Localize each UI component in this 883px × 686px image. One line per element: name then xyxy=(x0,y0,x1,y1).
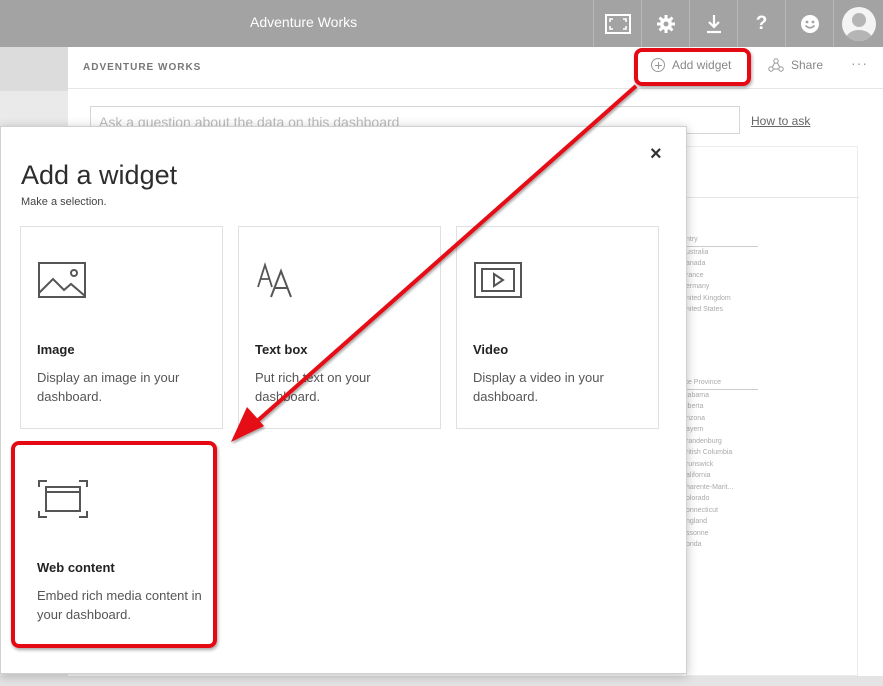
text-box-icon xyxy=(257,262,292,298)
list-item: ayern xyxy=(686,426,704,433)
avatar-icon xyxy=(841,6,876,41)
list-item: rizona xyxy=(686,414,706,422)
image-icon xyxy=(38,262,86,298)
list-item: anada xyxy=(686,260,706,267)
help-icon[interactable]: ? xyxy=(737,0,785,47)
dialog-subtitle: Make a selection. xyxy=(21,196,107,208)
app-title: Adventure Works xyxy=(250,14,358,30)
left-nav-block xyxy=(0,47,68,91)
share-button[interactable]: Share xyxy=(768,58,823,72)
gear-icon[interactable] xyxy=(641,0,689,47)
smiley-icon[interactable] xyxy=(785,0,833,47)
widget-title: Image xyxy=(37,342,75,357)
list-item: ermany xyxy=(686,283,710,290)
share-icon xyxy=(768,58,784,72)
list-item: randenburg xyxy=(686,437,722,445)
help-glyph: ? xyxy=(755,12,768,34)
list-item: lberta xyxy=(686,403,704,410)
list-item: harente-Marit... xyxy=(686,483,734,491)
add-widget-highlight xyxy=(634,48,751,86)
list-item: runswick xyxy=(686,460,714,468)
widget-card-image[interactable]: Image Display an image in your dashboard… xyxy=(20,226,223,429)
province-list: te Province labama lberta rizona ayern r… xyxy=(686,377,758,551)
widget-card-text-box[interactable]: Text box Put rich text on your dashboard… xyxy=(238,226,441,429)
video-icon xyxy=(474,262,522,298)
widget-title: Video xyxy=(473,342,509,357)
widget-title: Text box xyxy=(255,342,308,357)
list-item: ritish Columbia xyxy=(686,449,733,456)
list-item: olorado xyxy=(686,495,710,502)
widget-description: Put rich text on your dashboard. xyxy=(255,370,371,404)
list-item: onnecticut xyxy=(686,506,718,514)
country-header: ntry xyxy=(686,234,758,247)
dashboard-header: ADVENTURE WORKS Add widget Share ··· xyxy=(68,47,883,89)
download-icon[interactable] xyxy=(689,0,737,47)
list-item: rance xyxy=(686,271,704,279)
how-to-ask-link[interactable]: How to ask xyxy=(751,114,810,128)
province-header: te Province xyxy=(686,377,758,390)
more-options-icon[interactable]: ··· xyxy=(851,55,868,71)
country-list: ntry ustralia anada rance ermany nited K… xyxy=(686,234,758,316)
list-item: ssonne xyxy=(686,529,709,537)
top-bar-icons: ? xyxy=(593,0,883,47)
dashboard-name: ADVENTURE WORKS xyxy=(83,62,202,73)
top-bar: Adventure Works ? xyxy=(0,0,883,47)
web-content-highlight xyxy=(11,441,217,648)
widget-description: Display an image in your dashboard. xyxy=(37,370,180,404)
list-item: ngland xyxy=(686,518,708,525)
list-item: nited Kingdom xyxy=(686,294,731,302)
list-item: labama xyxy=(686,391,709,399)
widget-description: Display a video in your dashboard. xyxy=(473,370,604,404)
avatar-button[interactable] xyxy=(833,0,883,47)
fullscreen-icon[interactable] xyxy=(593,0,641,47)
widget-card-video[interactable]: Video Display a video in your dashboard. xyxy=(456,226,659,429)
list-item: nited States xyxy=(686,306,723,313)
dialog-title: Add a widget xyxy=(21,160,178,190)
list-item: alifornia xyxy=(686,472,711,479)
footer-strip xyxy=(0,676,883,686)
close-icon[interactable]: × xyxy=(650,144,662,164)
list-item: ustralia xyxy=(686,248,709,256)
tile-divider xyxy=(687,197,859,198)
share-label: Share xyxy=(791,58,824,72)
list-item: orida xyxy=(686,541,702,548)
